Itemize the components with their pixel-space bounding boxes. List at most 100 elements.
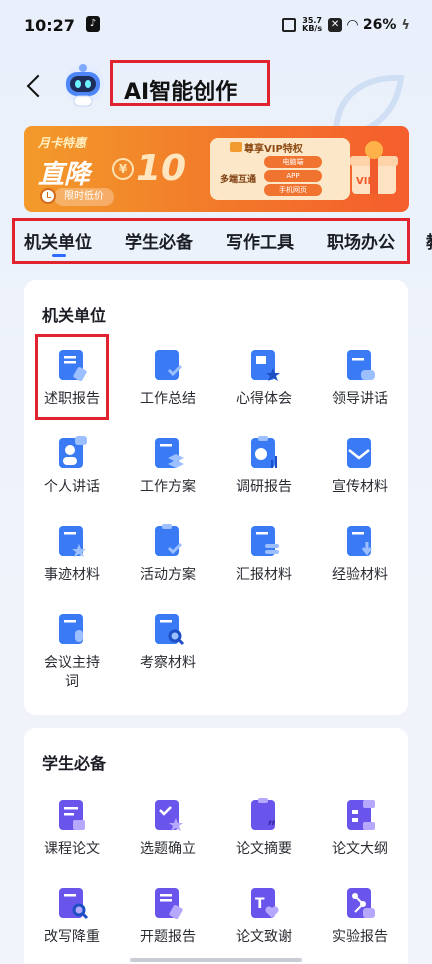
platform-chip: 手机网页 [264, 184, 322, 196]
page-title: AI智能创作 [124, 80, 238, 105]
grid-item[interactable]: 经验材料 [312, 524, 408, 585]
platform-chip: APP [264, 170, 322, 182]
grid-item-label: 改写降重 [44, 929, 100, 945]
status-bar: 10:27 ♪ 35.7 KB/s ✕ ◠ 26% ϟ [0, 0, 432, 52]
wifi-icon: ◠ [347, 17, 358, 33]
grid-item[interactable]: 考察材料 [120, 612, 216, 673]
vip-title: 尊享VIP特权 [244, 144, 303, 155]
flask-icon [347, 888, 375, 918]
grid-item-label: 会议主持词 [44, 655, 100, 690]
vibrate-icon [282, 18, 297, 32]
grid-item-label: 工作方案 [140, 479, 196, 495]
svg-text:”: ” [267, 819, 276, 834]
clipboard-chart-icon [251, 436, 277, 468]
grid-item[interactable]: 会议主持词 [24, 612, 120, 692]
battery-level: 26% [362, 17, 397, 33]
platform-chip: 电脑端 [264, 156, 322, 168]
grid-item[interactable]: 心得体会 [216, 348, 312, 409]
grid-item-label: 领导讲话 [332, 391, 388, 407]
grid-item-label: 实验报告 [332, 929, 388, 945]
grid-item-label: 汇报材料 [236, 567, 292, 583]
folder-stack-icon [251, 526, 279, 556]
tab-workplace[interactable]: 职场办公 [327, 228, 395, 253]
grid-item[interactable]: 述职报告 [24, 348, 120, 409]
grid-item-label: 开题报告 [140, 929, 196, 945]
text-heart-icon: T [251, 888, 279, 918]
banner-headline: 直降 [38, 160, 91, 190]
grid-item[interactable]: 实验报告 [312, 886, 408, 947]
charging-icon: ϟ [401, 17, 410, 33]
folder-download-icon [347, 526, 373, 556]
grid-item-label: 选题确立 [140, 841, 196, 857]
doc-search-icon [59, 888, 89, 920]
clipboard-quote-icon: ” [251, 798, 276, 834]
net-speed: 35.7 KB/s [302, 16, 323, 33]
grid-item[interactable]: ” 论文摘要 [216, 798, 312, 859]
person-chat-icon [59, 436, 87, 468]
grid-item-label: 活动方案 [140, 567, 196, 583]
grid-item-label: 课程论文 [44, 841, 100, 857]
tab-writing-tools[interactable]: 写作工具 [226, 228, 294, 253]
grid-item-label: 宣传材料 [332, 479, 388, 495]
grid-item[interactable]: 课程论文 [24, 798, 120, 859]
vip-badge: VIP [356, 176, 375, 187]
grid-item[interactable]: 开题报告 [120, 886, 216, 947]
section-title: 学生必备 [42, 754, 107, 773]
grid-item-label: 调研报告 [236, 479, 292, 495]
grid-item-label: 论文摘要 [236, 841, 292, 857]
grid-item[interactable]: 宣传材料 [312, 436, 408, 497]
crown-icon [230, 142, 242, 152]
grid-item-label: 述职报告 [44, 391, 100, 407]
grid-item[interactable]: T 论文致谢 [216, 886, 312, 947]
doc-star-icon [251, 350, 280, 381]
tab-overflow[interactable]: 教 [426, 228, 432, 250]
clipboard-check-icon [155, 524, 183, 556]
grid-item-label: 事迹材料 [44, 567, 100, 583]
doc-check-star-icon [155, 800, 183, 831]
doc-mic-icon [59, 614, 83, 644]
banner-amount: 10 [136, 148, 187, 189]
home-indicator[interactable] [130, 958, 302, 962]
robot-mascot-icon [64, 64, 104, 107]
back-button[interactable] [24, 72, 48, 100]
folder-star-icon [59, 526, 86, 557]
grid-item[interactable]: 工作方案 [120, 436, 216, 497]
grid-item-label: 论文大纲 [332, 841, 388, 857]
grid-item[interactable]: 改写降重 [24, 886, 120, 947]
grid-item[interactable]: 工作总结 [120, 348, 216, 409]
section-title: 机关单位 [42, 306, 107, 325]
status-indicators: 35.7 KB/s ✕ ◠ 26% ϟ [282, 14, 410, 36]
grid-item-label: 个人讲话 [44, 479, 100, 495]
active-tab-indicator [52, 254, 66, 257]
grid-item-label: 心得体会 [236, 391, 292, 407]
grid-item-label: 工作总结 [140, 391, 196, 407]
banner-limited-pill: 限时低价 [54, 188, 114, 206]
grid-item[interactable]: 调研报告 [216, 436, 312, 497]
grid-item-label: 考察材料 [140, 655, 196, 671]
doc-pen-icon [155, 888, 183, 919]
page-header: AI智能创作 [0, 56, 432, 138]
grid-item[interactable]: 事迹材料 [24, 524, 120, 585]
grid-item-label: 论文致谢 [236, 929, 292, 945]
outline-tree-icon [347, 800, 375, 830]
grid-item[interactable]: 论文大纲 [312, 798, 408, 859]
grid-item[interactable]: 汇报材料 [216, 524, 312, 585]
tab-government[interactable]: 机关单位 [24, 228, 92, 253]
no-sim-icon: ✕ [328, 18, 343, 32]
doc-chat-icon [347, 350, 375, 380]
doc-pen-icon [59, 350, 87, 381]
vip-benefit-card: 尊享VIP特权 多端互通 电脑端 APP 手机网页 [210, 138, 350, 200]
doc-lines-icon [59, 800, 85, 830]
grid-item[interactable]: 选题确立 [120, 798, 216, 859]
multi-device-label: 多端互通 [220, 175, 257, 185]
grid-item[interactable]: 活动方案 [120, 524, 216, 585]
doc-search-icon [155, 614, 185, 646]
promo-banner[interactable]: 月卡特惠 直降 ¥ 10 限时低价 尊享VIP特权 多端互通 电脑端 APP 手… [24, 126, 409, 212]
tab-student[interactable]: 学生必备 [125, 228, 193, 253]
grid-item-label: 经验材料 [332, 567, 388, 583]
banner-currency: ¥ [112, 158, 134, 180]
grid-item[interactable]: 领导讲话 [312, 348, 408, 409]
folder-layers-icon [155, 438, 184, 468]
svg-text:T: T [255, 896, 265, 912]
grid-item[interactable]: 个人讲话 [24, 436, 120, 497]
